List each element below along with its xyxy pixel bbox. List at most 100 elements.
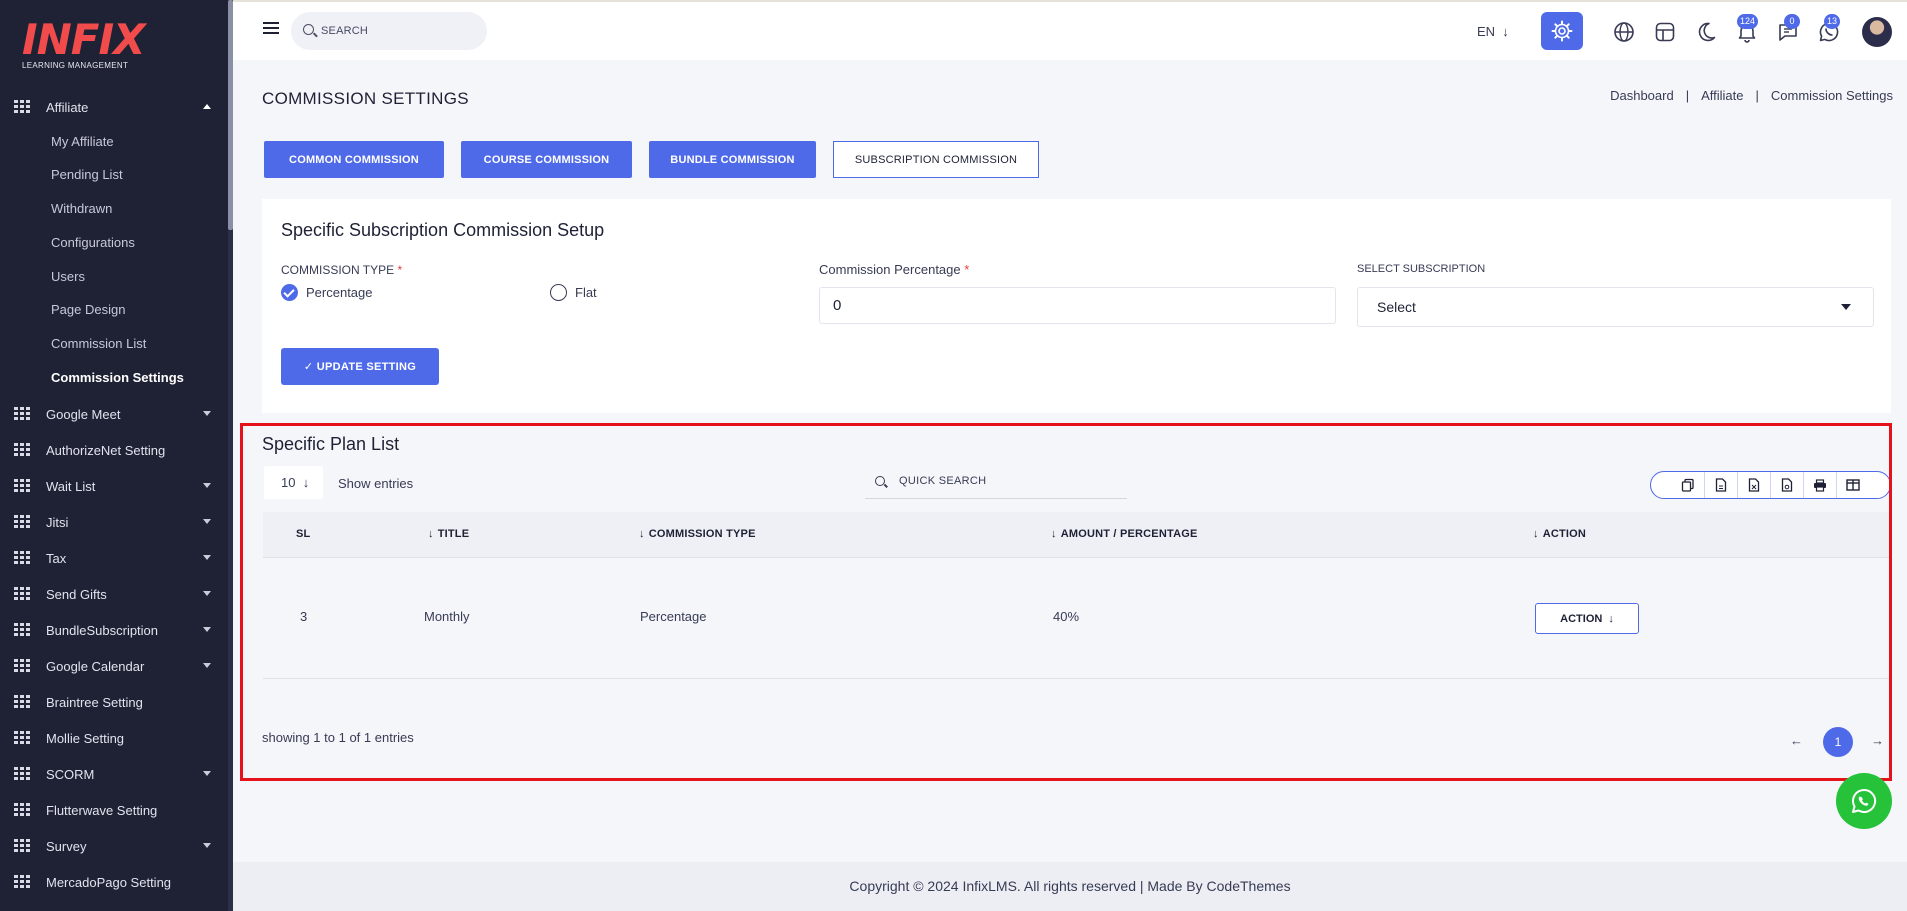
commission-percentage-label: Commission Percentage * <box>819 262 969 277</box>
sidebar-item-label: MercadoPago Setting <box>46 874 172 890</box>
messages-badge: 0 <box>1784 14 1800 29</box>
sidebar-item-google-calendar[interactable]: Google Calendar <box>0 651 228 681</box>
sidebar-item-flutterwave-setting[interactable]: Flutterwave Setting <box>0 795 228 825</box>
sidebar-item-jitsi[interactable]: Jitsi <box>0 507 228 537</box>
update-setting-button[interactable]: ✓ UPDATE SETTING <box>281 348 439 385</box>
footer: Copyright © 2024 InfixLMS. All rights re… <box>233 862 1907 911</box>
sidebar-item-label: Flutterwave Setting <box>46 802 158 818</box>
sidebar-item-mollie-setting[interactable]: Mollie Setting <box>0 723 228 753</box>
grid-icon <box>14 803 30 817</box>
required-mark: * <box>397 263 403 277</box>
sidebar-item-survey[interactable]: Survey <box>0 831 228 861</box>
whatsapp-icon <box>1852 788 1877 813</box>
sidebar-subitem-my-affiliate[interactable]: My Affiliate <box>51 134 114 149</box>
sidebar-item-label: Affiliate <box>46 99 89 115</box>
sidebar: INFIX LEARNING MANAGEMENT Affiliate My A… <box>0 0 233 911</box>
gear-icon <box>1551 20 1573 42</box>
sidebar-item-label: Survey <box>46 838 87 854</box>
sidebar-item-scorm[interactable]: SCORM <box>0 759 228 789</box>
sidebar-item-braintree-setting[interactable]: Braintree Setting <box>0 687 228 717</box>
required-mark: * <box>964 262 970 277</box>
breadcrumb: Dashboard | Affiliate | Commission Setti… <box>1610 88 1893 103</box>
breadcrumb-dashboard[interactable]: Dashboard <box>1610 88 1674 103</box>
tab-common-commission[interactable]: COMMON COMMISSION <box>264 141 444 178</box>
caret-down-icon <box>1841 304 1851 310</box>
document-icon <box>14 839 30 853</box>
tab-subscription-commission[interactable]: SUBSCRIPTION COMMISSION <box>833 141 1039 178</box>
sidebar-subitem-users[interactable]: Users <box>51 269 85 284</box>
sidebar-item-wait-list[interactable]: Wait List <box>0 471 228 501</box>
grid-icon <box>14 479 30 493</box>
breadcrumb-affiliate[interactable]: Affiliate <box>1701 88 1743 103</box>
arrow-down-icon: ↓ <box>1498 24 1509 39</box>
sidebar-item-send-gifts[interactable]: Send Gifts <box>0 579 228 609</box>
breadcrumb-current: Commission Settings <box>1770 88 1893 103</box>
grid-icon <box>14 767 30 781</box>
sidebar-subitem-configurations[interactable]: Configurations <box>51 235 135 250</box>
layout-icon[interactable] <box>1653 20 1677 44</box>
chevron-down-icon <box>203 771 211 776</box>
chevron-down-icon <box>203 411 211 416</box>
chevron-down-icon <box>203 663 211 668</box>
top-bar: SEARCH EN ↓ 124 0 13 <box>233 0 1907 60</box>
tab-course-commission[interactable]: COURSE COMMISSION <box>461 141 632 178</box>
sidebar-item-google-meet[interactable]: Google Meet <box>0 399 228 429</box>
chevron-down-icon <box>203 519 211 524</box>
grid-icon <box>14 407 30 421</box>
sidebar-subitem-commission-list[interactable]: Commission List <box>51 336 146 351</box>
sidebar-item-label: Tax <box>46 550 67 566</box>
chevron-up-icon <box>203 104 211 109</box>
sidebar-subitem-withdrawn[interactable]: Withdrawn <box>51 201 112 216</box>
percentage-radio-label[interactable]: Percentage <box>306 285 373 300</box>
select-subscription-label: SELECT SUBSCRIPTION <box>1357 263 1486 275</box>
page-title: COMMISSION SETTINGS <box>262 89 469 108</box>
language-selector[interactable]: EN ↓ <box>1477 24 1509 39</box>
tab-bundle-commission[interactable]: BUNDLE COMMISSION <box>649 141 816 178</box>
commission-percentage-input[interactable]: 0 <box>819 287 1336 324</box>
grid-icon <box>14 623 30 637</box>
percentage-radio[interactable] <box>281 284 298 301</box>
subscription-select[interactable]: Select <box>1357 287 1874 327</box>
search-placeholder: SEARCH <box>321 25 369 37</box>
sidebar-item-affiliate[interactable]: Affiliate <box>0 92 228 122</box>
sidebar-subitem-commission-settings[interactable]: Commission Settings <box>51 370 184 385</box>
sidebar-item-label: BundleSubscription <box>46 622 159 638</box>
sidebar-scrollbar[interactable] <box>228 0 233 911</box>
sidebar-item-bundlesubscription[interactable]: BundleSubscription <box>0 615 228 645</box>
sidebar-subitem-page-design[interactable]: Page Design <box>51 302 125 317</box>
whatsapp-button[interactable] <box>1836 773 1892 829</box>
dark-mode-icon[interactable] <box>1694 20 1718 44</box>
flat-radio-label[interactable]: Flat <box>575 285 597 300</box>
subscription-commission-setup-card: Specific Subscription Commission Setup C… <box>262 199 1891 413</box>
chevron-down-icon <box>203 555 211 560</box>
sidebar-item-label: Google Meet <box>46 406 121 422</box>
sidebar-item-skill-and-pathway[interactable]: Skill And Pathway <box>0 903 228 911</box>
chevron-down-icon <box>203 483 211 488</box>
sidebar-item-mercadopago-setting[interactable]: MercadoPago Setting <box>0 867 228 897</box>
logo[interactable]: INFIX LEARNING MANAGEMENT <box>22 19 145 71</box>
grid-icon <box>14 875 30 889</box>
grid-icon <box>14 587 30 601</box>
sidebar-item-label: Mollie Setting <box>46 730 125 746</box>
commission-percentage-label-text: Commission Percentage <box>819 262 961 277</box>
flat-radio[interactable] <box>550 284 567 301</box>
chevron-down-icon <box>203 591 211 596</box>
setup-title: Specific Subscription Commission Setup <box>281 220 605 240</box>
sidebar-item-tax[interactable]: Tax <box>0 543 228 573</box>
notifications-badge: 124 <box>1737 14 1759 29</box>
highlight-box <box>240 423 1892 781</box>
commission-type-label: COMMISSION TYPE * <box>281 263 402 277</box>
avatar[interactable] <box>1862 17 1892 47</box>
sidebar-item-label: Google Calendar <box>46 658 145 674</box>
commission-type-label-text: COMMISSION TYPE <box>281 263 395 277</box>
logo-subtitle: LEARNING MANAGEMENT <box>22 61 129 70</box>
settings-button[interactable] <box>1541 12 1583 50</box>
breadcrumb-separator: | <box>1755 88 1759 103</box>
menu-icon[interactable] <box>263 22 279 35</box>
search-input[interactable]: SEARCH <box>291 12 487 50</box>
sidebar-item-authorizenet-setting[interactable]: AuthorizeNet Setting <box>0 435 228 465</box>
globe-icon[interactable] <box>1612 20 1636 44</box>
sidebar-subitem-pending-list[interactable]: Pending List <box>51 167 123 182</box>
language-label: EN <box>1477 24 1496 39</box>
search-icon <box>303 24 314 35</box>
